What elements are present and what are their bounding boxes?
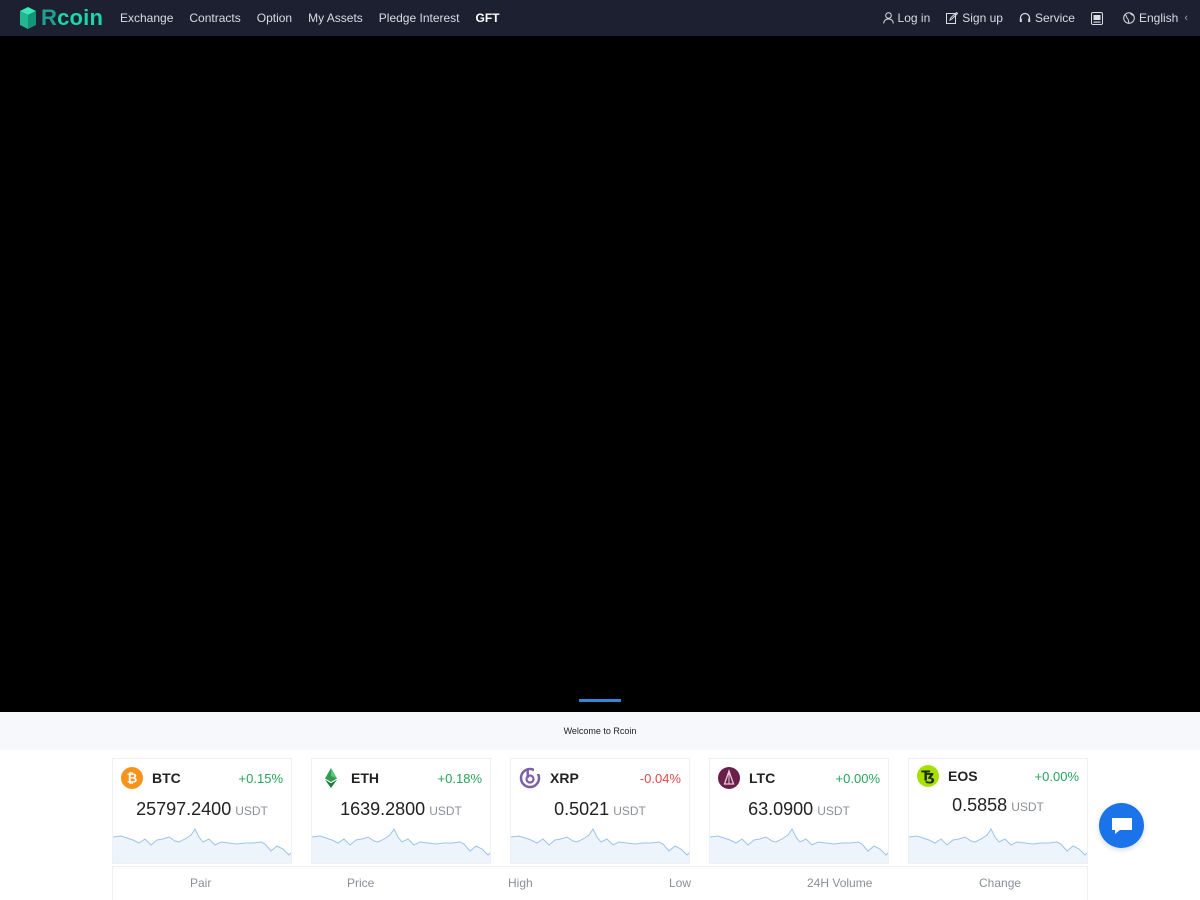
- bitcoin-icon: ₿: [121, 767, 143, 789]
- column-low[interactable]: Low: [669, 876, 691, 890]
- column-pair[interactable]: Pair: [190, 876, 211, 890]
- nav-my-assets[interactable]: My Assets: [308, 11, 363, 25]
- market-card-eth[interactable]: ETH +0.18% 1639.2800 USDT: [311, 758, 491, 864]
- price-unit: USDT: [817, 804, 850, 818]
- signup-label: Sign up: [962, 11, 1003, 25]
- chat-support-button[interactable]: [1099, 803, 1144, 848]
- chat-bubble-icon: [1111, 817, 1132, 834]
- nav-option[interactable]: Option: [257, 11, 292, 25]
- nav-right: Log in Sign up Service English ‹: [867, 11, 1188, 25]
- user-icon: [882, 12, 894, 24]
- nav-pledge-interest[interactable]: Pledge Interest: [379, 11, 460, 25]
- svg-text:₿: ₿: [127, 772, 138, 787]
- sparkline-chart: [710, 828, 888, 863]
- nav-gft[interactable]: GFT: [476, 11, 500, 25]
- language-selector[interactable]: English ‹: [1123, 11, 1188, 25]
- logo-text: Rcoin: [41, 5, 104, 30]
- sparkline-chart: [113, 828, 291, 863]
- price-unit: USDT: [429, 804, 462, 818]
- market-card-xrp[interactable]: XRP -0.04% 0.5021 USDT: [510, 758, 690, 864]
- rcoin-logo[interactable]: Rcoin: [18, 6, 110, 30]
- card-price: 63.0900 USDT: [710, 799, 888, 820]
- price-value: 1639.2800: [340, 799, 426, 819]
- price-value: 0.5858: [952, 795, 1008, 815]
- download-app-button[interactable]: [1090, 11, 1107, 25]
- price-unit: USDT: [1011, 800, 1044, 814]
- hero-banner: [0, 36, 1200, 712]
- coin-change: -0.04%: [639, 770, 681, 786]
- price-unit: USDT: [235, 804, 268, 818]
- nav-contracts[interactable]: Contracts: [189, 11, 240, 25]
- card-price: 25797.2400 USDT: [113, 799, 291, 820]
- column-price[interactable]: Price: [347, 876, 374, 890]
- sparkline-chart: [909, 828, 1087, 863]
- coin-symbol: XRP: [550, 770, 579, 786]
- coin-change: +0.18%: [437, 770, 482, 786]
- headset-icon: [1019, 12, 1031, 22]
- sparkline-chart: [312, 828, 490, 863]
- market-card-btc[interactable]: ₿ BTC +0.15% 25797.2400 USDT: [112, 758, 292, 864]
- card-price: 0.5021 USDT: [511, 799, 689, 820]
- column-high[interactable]: High: [508, 876, 533, 890]
- coin-change: +0.00%: [835, 770, 880, 786]
- tezos-icon: Ꜩ: [917, 765, 939, 787]
- price-value: 63.0900: [748, 799, 814, 819]
- card-header: LTC +0.00%: [718, 767, 880, 789]
- column-change[interactable]: Change: [979, 876, 1021, 890]
- price-value: 25797.2400: [136, 799, 232, 819]
- coin-change: +0.15%: [238, 770, 283, 786]
- market-table-header: Pair Price High Low 24H Volume Change: [112, 866, 1088, 900]
- price-unit: USDT: [613, 804, 646, 818]
- sparkline-chart: [511, 828, 689, 863]
- language-label: English: [1138, 11, 1179, 25]
- edit-icon: [946, 12, 959, 24]
- top-navigation: Rcoin Exchange Contracts Option My Asset…: [0, 0, 1200, 36]
- login-label: Log in: [897, 11, 931, 25]
- login-link[interactable]: Log in: [882, 11, 931, 25]
- app-download-icon: [1090, 11, 1103, 25]
- card-header: XRP -0.04%: [519, 767, 681, 789]
- card-price: 0.5858 USDT: [909, 795, 1087, 816]
- market-card-ltc[interactable]: LTC +0.00% 63.0900 USDT: [709, 758, 889, 864]
- service-label: Service: [1034, 11, 1075, 25]
- price-value: 0.5021: [554, 799, 610, 819]
- welcome-banner: Welcome to Rcoin: [0, 712, 1200, 750]
- coin-symbol: BTC: [152, 770, 181, 786]
- litecoin-icon: [718, 767, 740, 789]
- logo-cube-icon: [20, 7, 36, 29]
- coin-symbol: ETH: [351, 770, 379, 786]
- nav-links: Exchange Contracts Option My Assets Pled…: [120, 11, 516, 25]
- nav-exchange[interactable]: Exchange: [120, 11, 173, 25]
- signup-link[interactable]: Sign up: [946, 11, 1003, 25]
- card-price: 1639.2800 USDT: [312, 799, 490, 820]
- welcome-text: Welcome to Rcoin: [563, 726, 637, 736]
- card-header: Ꜩ EOS +0.00%: [917, 765, 1079, 787]
- ethereum-icon: [320, 767, 342, 789]
- coin-change: +0.00%: [1034, 768, 1079, 784]
- market-cards: ₿ BTC +0.15% 25797.2400USDT ETH +0.18%: [112, 758, 1088, 864]
- market-card-eos[interactable]: Ꜩ EOS +0.00% 0.5858 USDT: [908, 758, 1088, 864]
- svg-text:Ꜩ: Ꜩ: [921, 770, 934, 785]
- xrp-icon: [519, 767, 541, 789]
- column-24h-volume[interactable]: 24H Volume: [807, 876, 872, 890]
- coin-symbol: EOS: [948, 768, 978, 784]
- card-header: ₿ BTC +0.15%: [121, 767, 283, 789]
- service-link[interactable]: Service: [1019, 11, 1075, 25]
- coin-symbol: LTC: [749, 770, 776, 786]
- carousel-indicator[interactable]: [579, 699, 621, 702]
- card-header: ETH +0.18%: [320, 767, 482, 789]
- chevron-left-icon: ‹: [1184, 12, 1188, 24]
- globe-icon: [1123, 12, 1135, 24]
